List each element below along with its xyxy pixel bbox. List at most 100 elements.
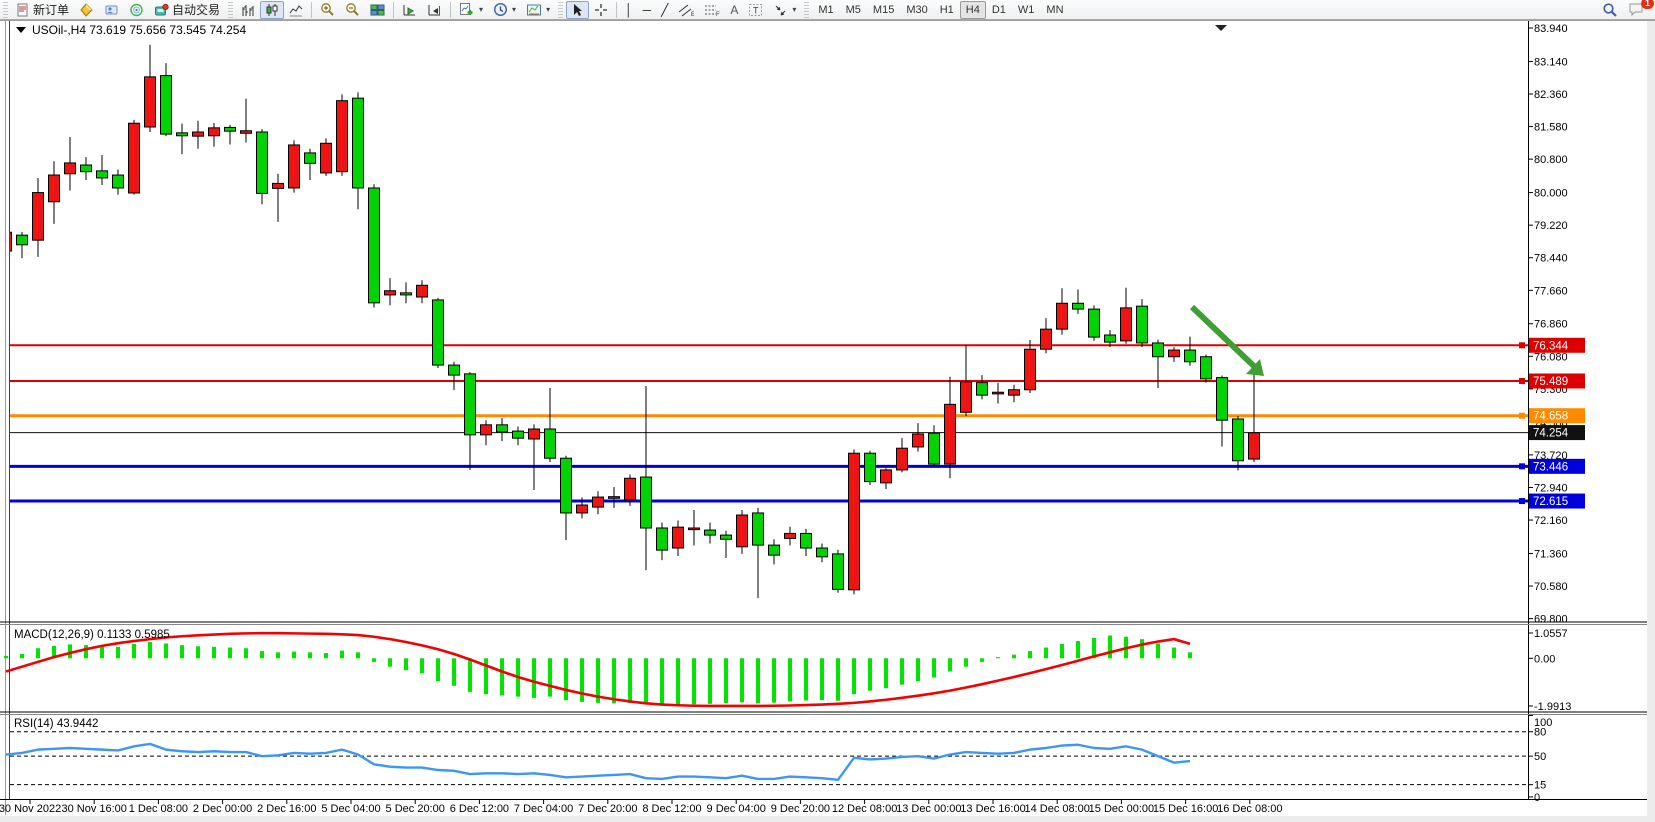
auto-scroll-button[interactable]	[397, 1, 422, 19]
candlestick-chart-button[interactable]	[260, 1, 284, 19]
period-dropdown-icon[interactable]: ▾	[512, 5, 516, 14]
candle-down	[1089, 309, 1100, 337]
price-tag-label: 76.344	[1533, 340, 1569, 352]
candle-up	[961, 382, 972, 412]
candle-up	[1057, 303, 1068, 329]
candle-down	[449, 365, 460, 375]
candle-down	[257, 132, 268, 193]
rsi-axis-label: 50	[1534, 751, 1546, 763]
trendline-button[interactable]: ╱	[656, 1, 673, 19]
cursor-button[interactable]	[566, 1, 589, 19]
zoom-out-icon	[345, 2, 360, 17]
macd-axis-label: -1.9913	[1534, 701, 1571, 713]
candle-down	[177, 133, 188, 136]
line-chart-button[interactable]	[284, 1, 308, 19]
time-axis-label: 9 Dec 04:00	[707, 803, 766, 815]
template-icon	[526, 3, 542, 17]
sticky-note-button[interactable]	[74, 1, 99, 19]
candle-down	[865, 453, 876, 481]
candle-down	[705, 530, 716, 535]
toolbar-grip[interactable]	[558, 2, 563, 18]
chart-title: USOil-,H4 73.619 75.656 73.545 74.254	[32, 23, 246, 37]
toolbar-grip[interactable]	[3, 2, 8, 18]
chart-background	[0, 21, 1655, 822]
zoom-in-button[interactable]	[315, 1, 340, 19]
candle-down	[305, 153, 316, 163]
timeframe-button-h1[interactable]: H1	[934, 1, 960, 19]
timeframe-button-m15[interactable]: M15	[867, 1, 900, 19]
auto-trading-button[interactable]: 自动交易	[149, 1, 225, 19]
period-button[interactable]: ▾	[488, 1, 521, 19]
price-axis-label: 76.860	[1534, 319, 1568, 331]
text-label-button[interactable]: T	[743, 1, 768, 19]
macd-label: MACD(12,26,9) 0.1133 0.5985	[14, 629, 170, 641]
hline-anchor[interactable]	[1519, 498, 1525, 504]
timeframe-button-m5[interactable]: M5	[840, 1, 867, 19]
hline-anchor[interactable]	[1519, 342, 1525, 348]
time-axis-label: 13 Dec 16:00	[960, 803, 1025, 815]
add-indicator-button[interactable]: ▾	[454, 1, 488, 19]
tile-windows-button[interactable]	[365, 1, 390, 19]
candle-down	[1105, 335, 1116, 342]
add-indicator-dropdown-icon[interactable]: ▾	[479, 5, 483, 14]
candle-up	[65, 163, 76, 174]
price-axis-label: 79.220	[1534, 220, 1568, 232]
horizontal-line-icon: ─	[643, 4, 652, 16]
template-dropdown-icon[interactable]: ▾	[546, 5, 550, 14]
hline-anchor[interactable]	[1519, 378, 1525, 384]
time-axis-label: 6 Dec 12:00	[450, 803, 509, 815]
template-button[interactable]: ▾	[521, 1, 555, 19]
time-axis-label: 5 Dec 20:00	[386, 803, 445, 815]
chat-button[interactable]: 1	[1623, 1, 1649, 19]
chart-shift-button[interactable]	[422, 1, 447, 19]
candlestick-chart-icon	[265, 3, 279, 17]
rsi-axis-label: 80	[1534, 727, 1546, 739]
hline-anchor[interactable]	[1519, 413, 1525, 419]
bar-chart-button[interactable]	[236, 1, 260, 19]
hline-anchor[interactable]	[1519, 463, 1525, 469]
candle-down	[465, 374, 476, 435]
timeframe-button-m1[interactable]: M1	[812, 1, 839, 19]
time-axis-label: 30 Nov 16:00	[61, 803, 126, 815]
signal-button[interactable]	[124, 1, 149, 19]
timeframe-button-d1[interactable]: D1	[986, 1, 1012, 19]
crosshair-button[interactable]	[589, 1, 613, 19]
candle-down	[977, 383, 988, 396]
text-button[interactable]: A	[725, 1, 743, 19]
price-chart-canvas[interactable]: 83.94083.14082.36081.58080.80080.00079.2…	[0, 0, 1655, 822]
horizontal-line-button[interactable]: ─	[638, 1, 657, 19]
zoom-out-button[interactable]	[340, 1, 365, 19]
bar-chart-icon	[241, 3, 255, 17]
period-clock-icon	[493, 2, 508, 17]
toolbar-grip[interactable]	[804, 2, 809, 18]
time-axis-label: 2 Dec 16:00	[257, 803, 316, 815]
search-button[interactable]	[1597, 1, 1623, 19]
svg-text:E: E	[691, 12, 694, 17]
channel-button[interactable]: E	[673, 1, 699, 19]
arrows-dropdown-icon[interactable]: ▾	[792, 5, 796, 14]
timeframe-button-h4[interactable]: H4	[960, 1, 986, 19]
candle-up	[481, 425, 492, 435]
timeframe-button-m30[interactable]: M30	[900, 1, 933, 19]
sticky-note-icon	[79, 3, 94, 17]
candle-down	[833, 554, 844, 590]
fibonacci-button[interactable]: F	[699, 1, 725, 19]
candle-down	[769, 545, 780, 555]
trendline-icon: ╱	[661, 4, 668, 16]
price-axis-label: 72.940	[1534, 482, 1568, 494]
candle-down	[1153, 343, 1164, 357]
timeframe-button-mn[interactable]: MN	[1040, 1, 1069, 19]
price-axis-label: 80.800	[1534, 154, 1568, 166]
time-axis-label: 7 Dec 04:00	[514, 803, 573, 815]
candle-down	[657, 528, 668, 550]
community-button[interactable]	[99, 1, 124, 19]
vertical-line-icon: │	[625, 4, 633, 16]
new-order-button[interactable]: 新订单	[11, 1, 74, 19]
toolbar-grip[interactable]	[228, 2, 233, 18]
timeframe-button-w1[interactable]: W1	[1012, 1, 1041, 19]
vertical-line-button[interactable]: │	[620, 1, 638, 19]
time-axis-label: 30 Nov 2022	[0, 803, 61, 815]
arrows-button[interactable]: ▾	[768, 1, 801, 19]
candle-up	[289, 145, 300, 188]
candle-down	[161, 76, 172, 134]
